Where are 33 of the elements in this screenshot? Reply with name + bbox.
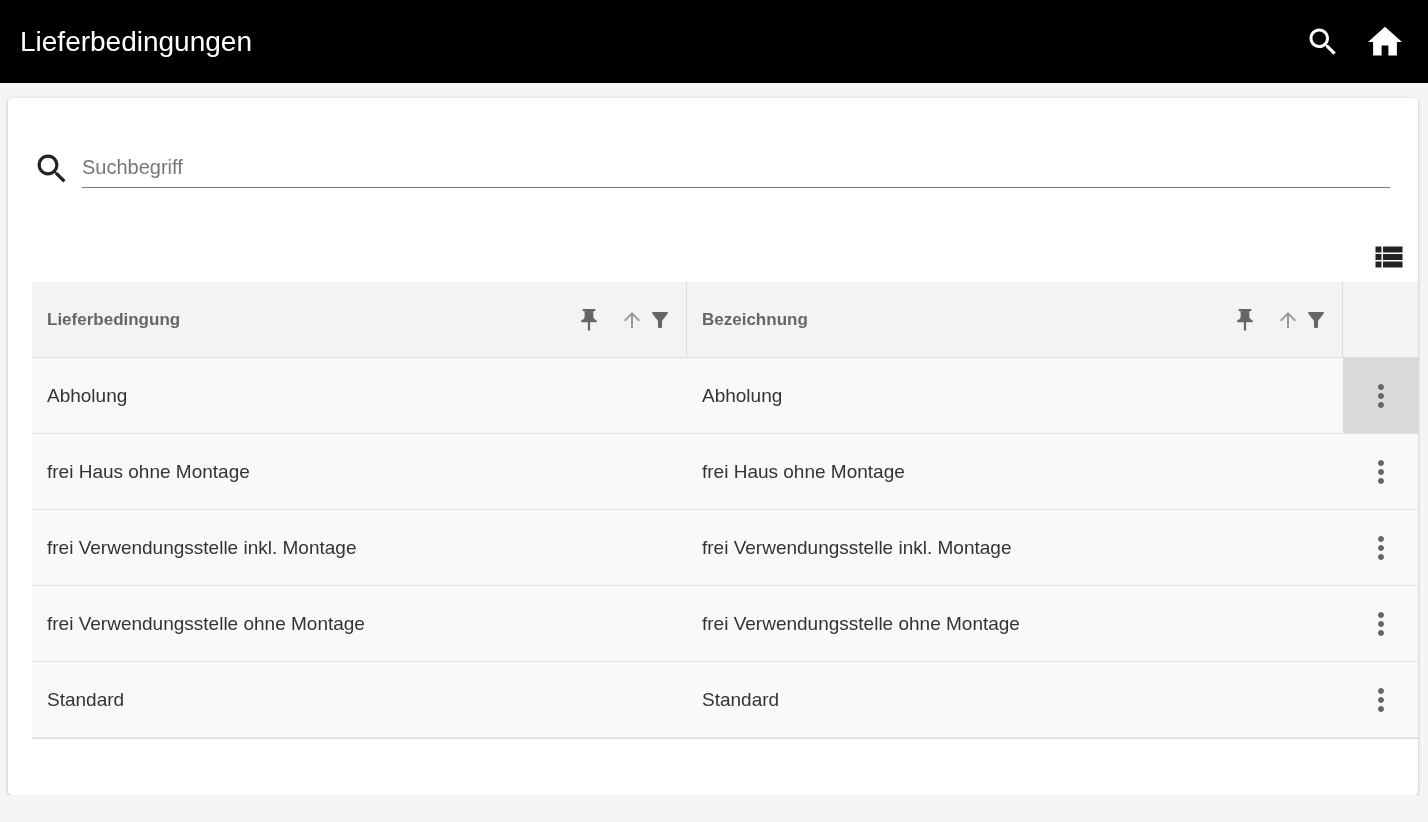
more-icon [1377, 535, 1384, 560]
table-cell: Standard [32, 662, 687, 738]
pin-icon [578, 308, 600, 331]
filter-icon [650, 309, 670, 330]
table-cell: frei Haus ohne Montage [687, 434, 1343, 510]
search-icon [36, 153, 68, 185]
table-cell: Abholung [32, 358, 687, 434]
pin-button[interactable] [1234, 308, 1256, 331]
column-label: Lieferbedingung [47, 309, 182, 330]
sort-button[interactable] [622, 309, 642, 330]
home-icon [1368, 24, 1402, 59]
arrow-up-icon [1278, 309, 1298, 330]
filter-icon [1306, 309, 1326, 330]
more-icon [1377, 459, 1384, 484]
more-icon [1377, 687, 1384, 712]
table-cell: frei Verwendungsstelle inkl. Montage [32, 510, 687, 586]
table-cell: frei Haus ohne Montage [32, 434, 687, 510]
table-cell: frei Verwendungsstelle ohne Montage [32, 586, 687, 662]
table-cell: frei Verwendungsstelle ohne Montage [687, 586, 1343, 662]
sort-button[interactable] [1278, 309, 1298, 330]
more-icon [1377, 611, 1384, 636]
table-cell: Standard [687, 662, 1343, 738]
pin-button[interactable] [578, 308, 600, 331]
arrow-up-icon [622, 309, 642, 330]
table-cell: frei Verwendungsstelle inkl. Montage [687, 510, 1343, 586]
more-icon [1377, 383, 1384, 408]
app-title: Lieferbedingungen [20, 25, 253, 58]
column-label: Bezeichnung [702, 309, 809, 330]
pin-icon [1234, 308, 1256, 331]
filter-button[interactable] [650, 309, 670, 330]
filter-button[interactable] [1306, 309, 1326, 330]
table-cell: Abholung [687, 358, 1343, 434]
search-icon [1308, 26, 1338, 57]
